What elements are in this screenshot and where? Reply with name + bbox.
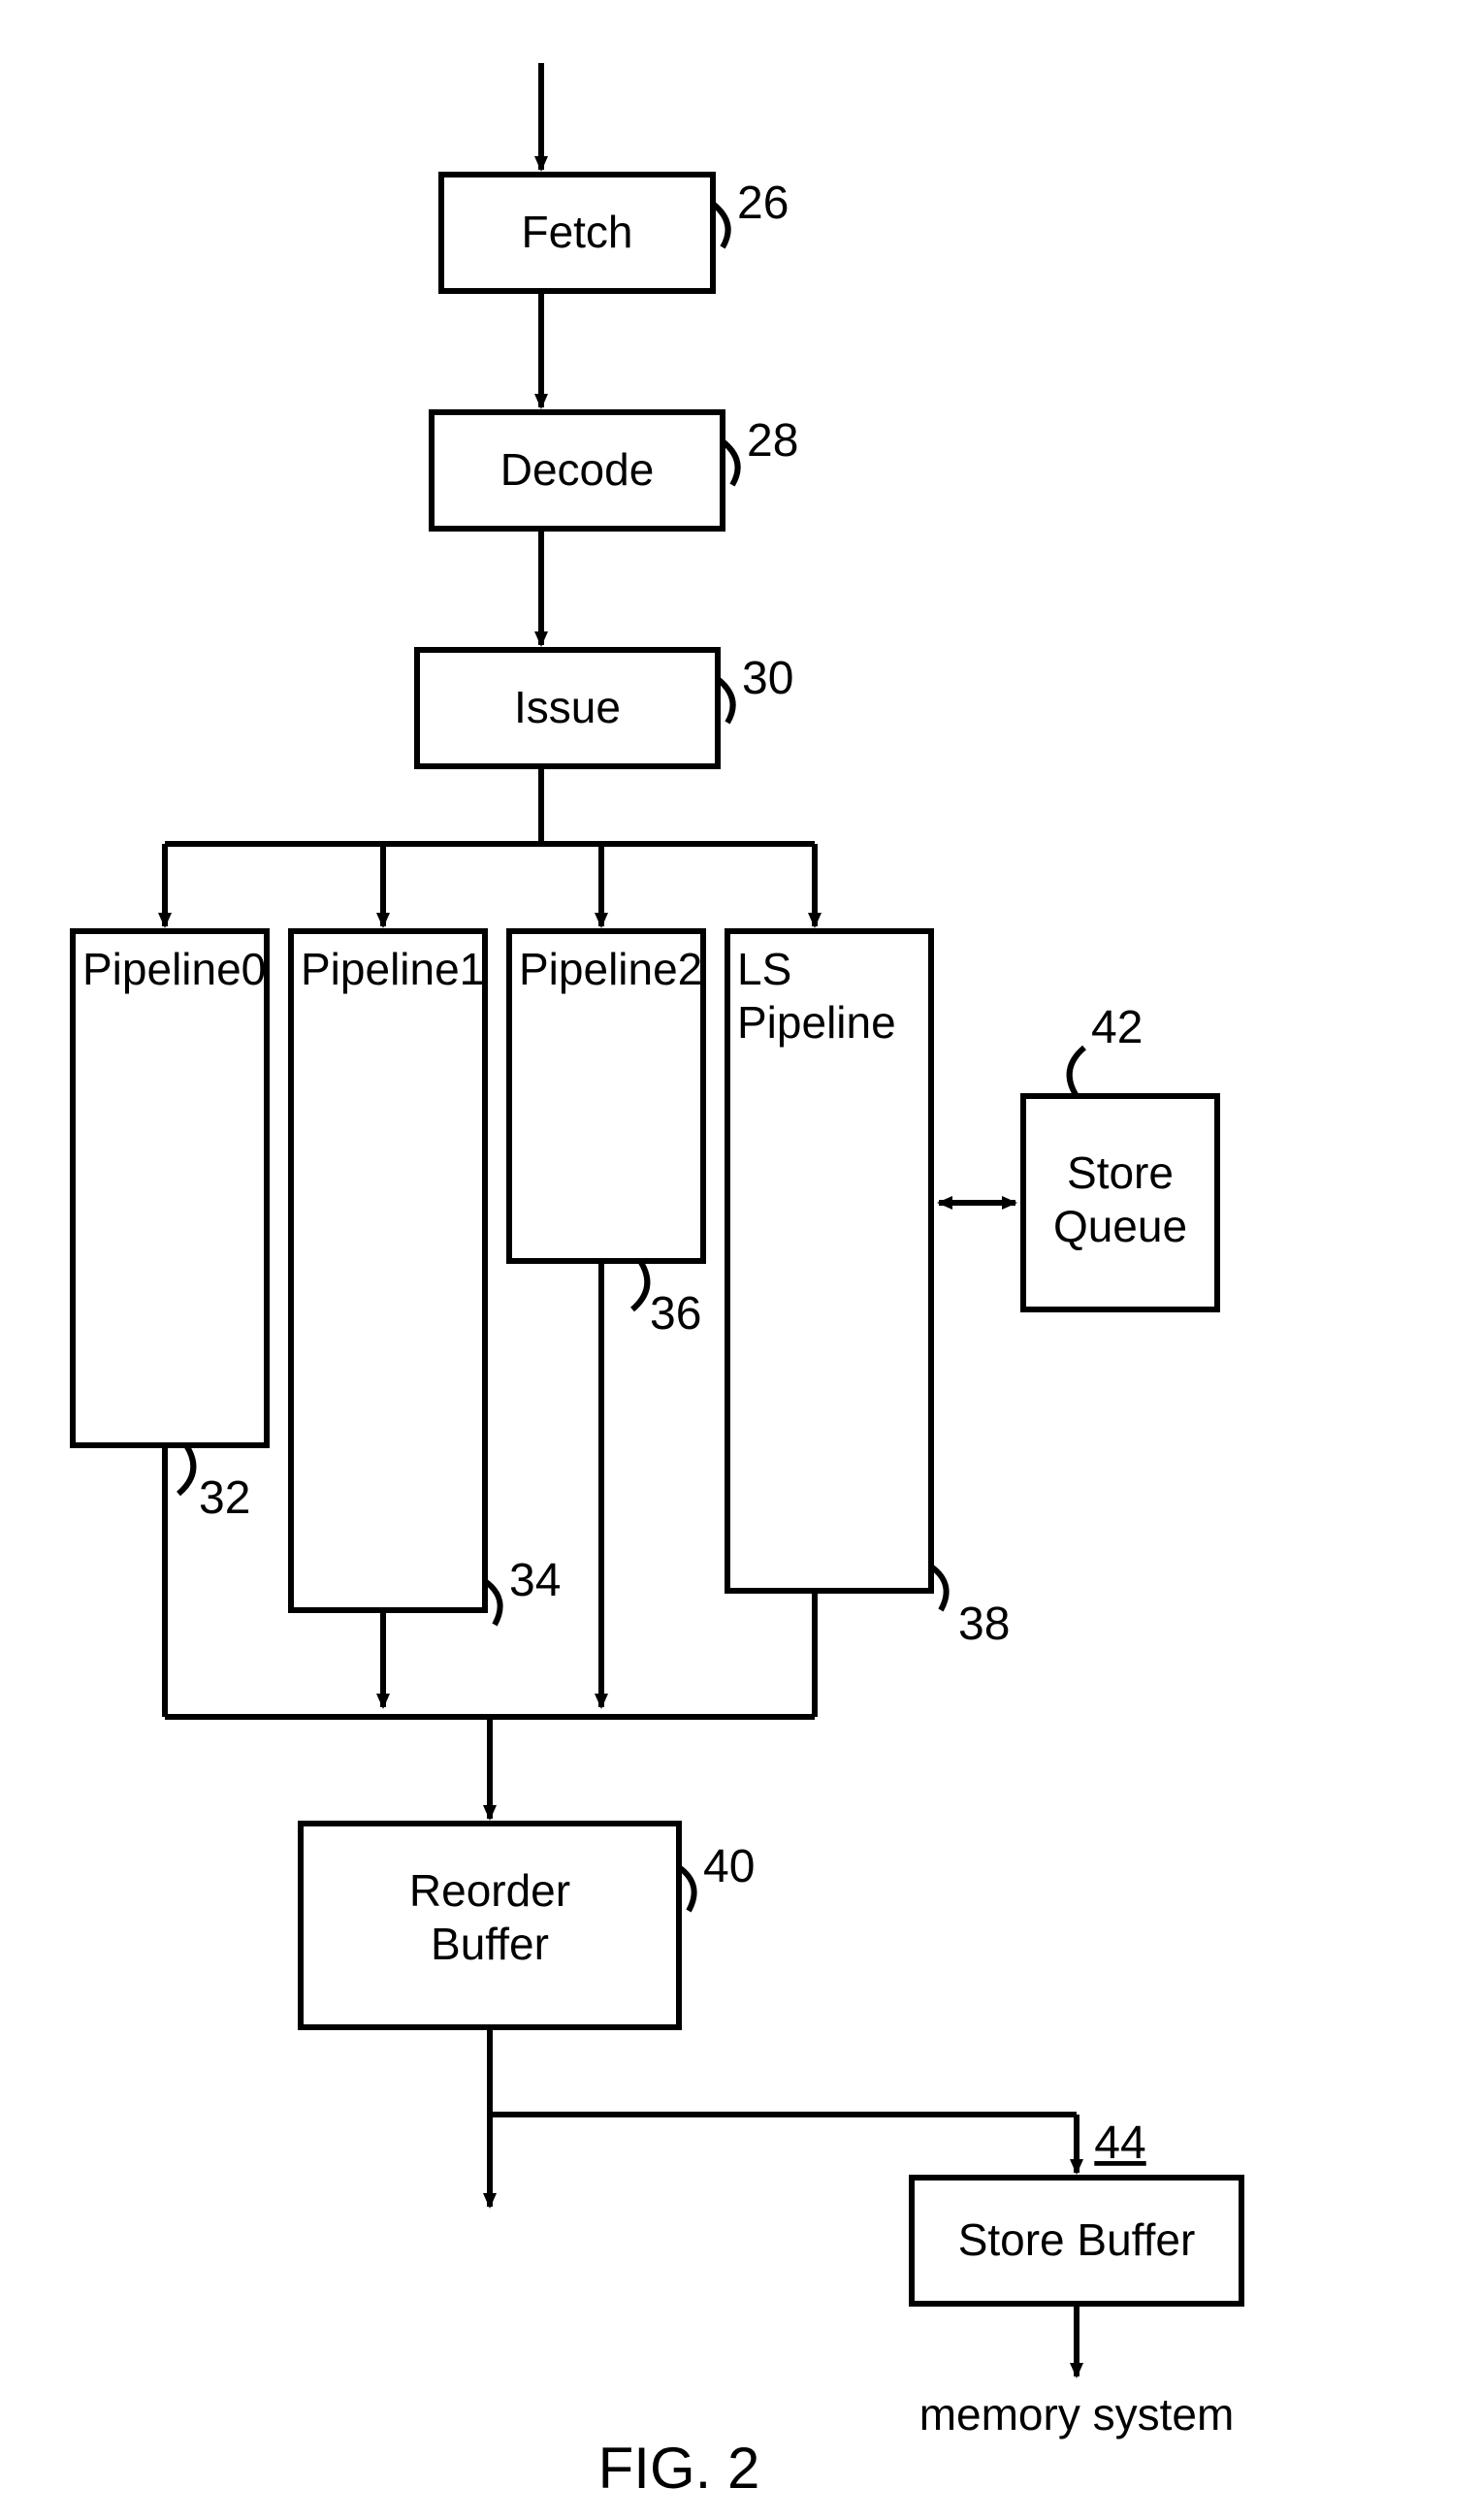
sb-ref: 44	[1094, 2117, 1145, 2169]
rob-ref: 40	[703, 1841, 755, 1892]
decode-ref: 28	[747, 415, 798, 467]
issue-ref: 30	[742, 653, 793, 704]
p0-ref-connector	[178, 1445, 193, 1494]
pipeline0-block	[73, 931, 267, 1445]
sq-label2: Queue	[1053, 1201, 1187, 1251]
figure-label: FIG. 2	[598, 2436, 760, 2501]
sq-ref: 42	[1091, 1002, 1143, 1053]
fetch-label: Fetch	[521, 207, 632, 257]
pipeline2-ref: 36	[650, 1288, 701, 1340]
ls-label1: LS	[737, 944, 791, 994]
memory-system-label: memory system	[919, 2389, 1235, 2439]
p2-ref-connector	[632, 1261, 647, 1309]
decode-label: Decode	[500, 444, 655, 495]
pipeline0-label: Pipeline0	[82, 944, 266, 994]
pipeline1-ref: 34	[509, 1555, 561, 1606]
diagram-canvas: Fetch 26 Decode 28 Issue 30 Pipeline0 32…	[0, 0, 1482, 2520]
sq-ref-connector	[1070, 1048, 1084, 1096]
rob-label1: Reorder	[409, 1865, 570, 1916]
issue-label: Issue	[514, 682, 621, 732]
pipeline1-label: Pipeline1	[301, 944, 484, 994]
sb-label: Store Buffer	[958, 2214, 1196, 2265]
pipeline2-label: Pipeline2	[519, 944, 702, 994]
pipeline0-ref: 32	[199, 1472, 250, 1524]
ls-ref: 38	[958, 1599, 1010, 1650]
pipeline1-block	[291, 931, 485, 1610]
fetch-ref: 26	[737, 178, 789, 229]
sq-label1: Store	[1067, 1147, 1174, 1198]
ls-label2: Pipeline	[737, 997, 896, 1048]
rob-label2: Buffer	[431, 1919, 549, 1969]
